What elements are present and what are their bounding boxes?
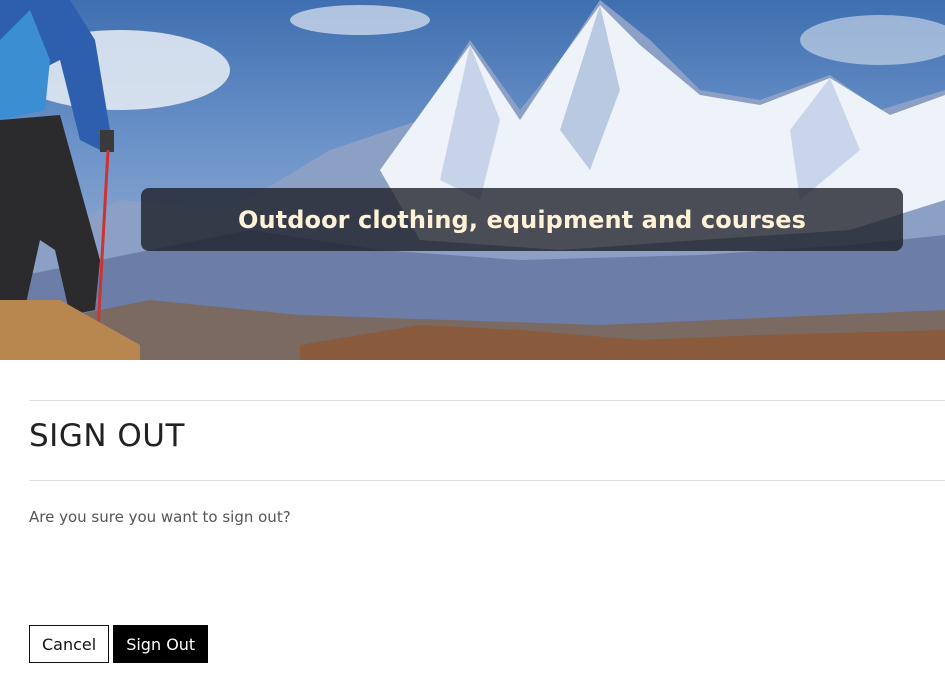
cancel-button[interactable]: Cancel [29,625,110,663]
sign-out-button[interactable]: Sign Out [113,625,209,663]
title-divider [29,480,945,481]
page-title: SIGN OUT [29,418,185,454]
mountain-hiker-image [0,0,945,360]
hero-caption-box: Outdoor clothing, equipment and courses [141,188,903,251]
hero-banner: Outdoor clothing, equipment and courses [0,0,945,360]
confirmation-message: Are you sure you want to sign out? [29,508,291,526]
action-buttons: Cancel Sign Out [29,625,209,663]
sign-out-panel: SIGN OUT Are you sure you want to sign o… [29,400,945,663]
hero-caption-text: Outdoor clothing, equipment and courses [237,205,807,234]
